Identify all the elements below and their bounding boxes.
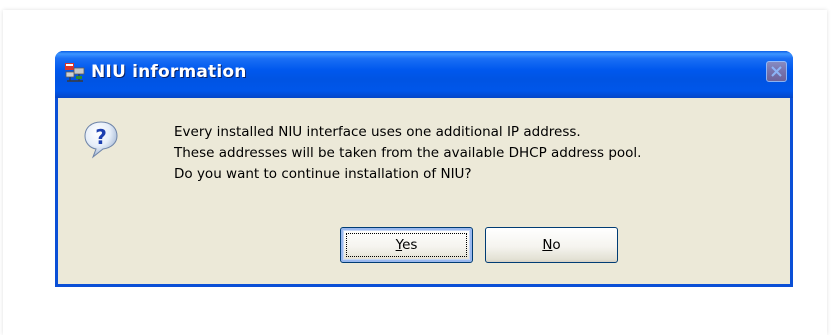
niu-app-icon <box>64 62 86 84</box>
yes-button-label: Yes <box>395 237 418 253</box>
dialog-titlebar[interactable]: NIU information <box>55 51 793 98</box>
dialog-message: Every installed NIU interface uses one a… <box>174 122 641 185</box>
message-line: Every installed NIU interface uses one a… <box>174 124 581 140</box>
message-line: Do you want to continue installation of … <box>174 166 472 182</box>
close-icon <box>771 66 782 77</box>
svg-text:?: ? <box>95 125 107 149</box>
no-button[interactable]: No <box>485 227 618 263</box>
question-icon: ? <box>83 120 119 160</box>
dialog-title: NIU information <box>91 62 247 82</box>
no-button-label: No <box>542 237 561 253</box>
yes-button[interactable]: Yes <box>340 227 473 263</box>
close-button[interactable] <box>766 61 787 82</box>
niu-information-dialog: NIU information ? Every installed NIU in… <box>55 51 793 287</box>
message-line: These addresses will be taken from the a… <box>174 145 642 161</box>
